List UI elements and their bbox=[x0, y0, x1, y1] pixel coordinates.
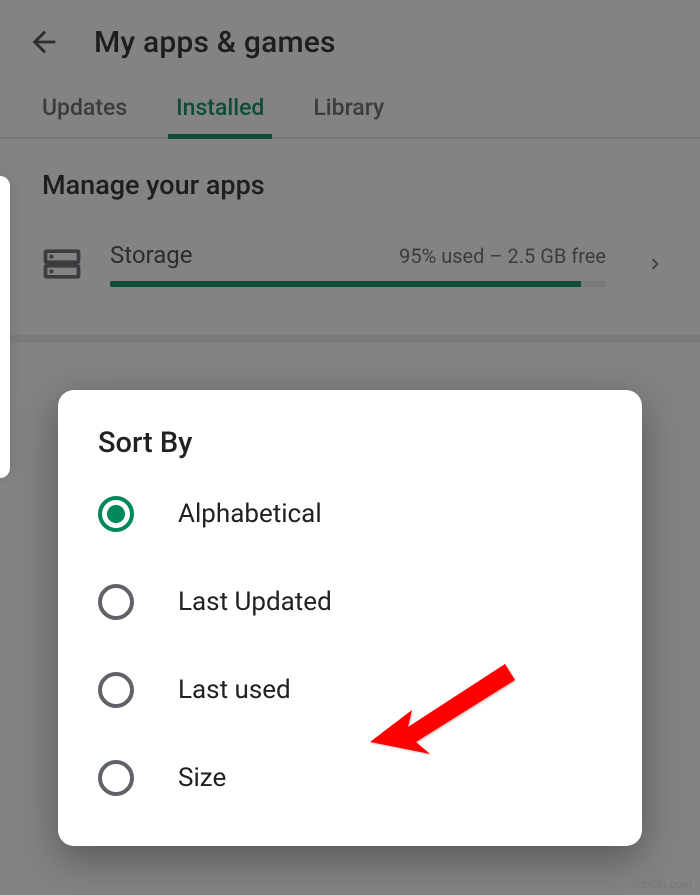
option-label: Last Updated bbox=[178, 587, 332, 617]
option-label: Size bbox=[178, 763, 226, 793]
watermark: wsxdn.com bbox=[632, 877, 692, 891]
sort-option-size[interactable]: Size bbox=[58, 734, 642, 822]
sort-option-last-updated[interactable]: Last Updated bbox=[58, 558, 642, 646]
radio-unchecked-icon bbox=[98, 584, 134, 620]
radio-unchecked-icon bbox=[98, 672, 134, 708]
sort-option-alphabetical[interactable]: Alphabetical bbox=[58, 470, 642, 558]
option-label: Last used bbox=[178, 675, 291, 705]
radio-unchecked-icon bbox=[98, 760, 134, 796]
panel-edge bbox=[0, 176, 10, 478]
sort-by-dialog: Sort By Alphabetical Last Updated Last u… bbox=[58, 390, 642, 846]
option-label: Alphabetical bbox=[178, 499, 322, 529]
sort-option-last-used[interactable]: Last used bbox=[58, 646, 642, 734]
radio-checked-icon bbox=[98, 496, 134, 532]
dialog-title: Sort By bbox=[58, 426, 642, 470]
